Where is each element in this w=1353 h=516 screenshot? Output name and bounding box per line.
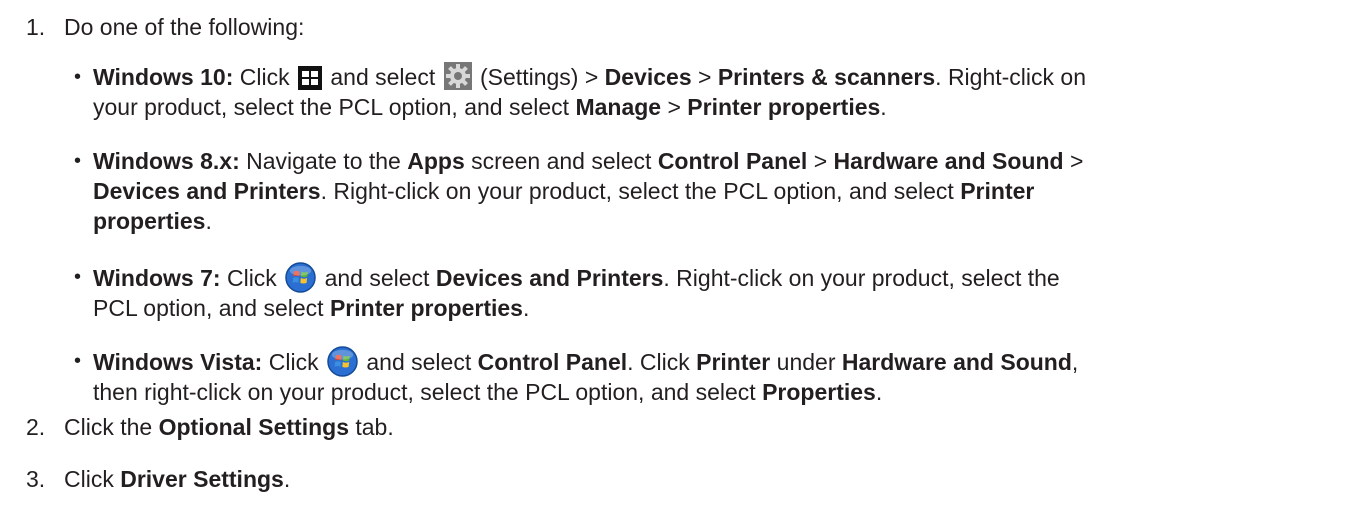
os-label: Windows 10: bbox=[93, 64, 234, 90]
bullet-text: Windows 7: Click and select Devices and … bbox=[93, 262, 1343, 323]
bullet-dot: • bbox=[74, 66, 82, 88]
step-text: Do one of the following: bbox=[64, 14, 305, 40]
windows-orb-icon bbox=[285, 262, 316, 293]
bullet-text: Windows 10: Click and select (Settings) … bbox=[93, 62, 1086, 120]
windows-orb-icon bbox=[327, 346, 358, 377]
step-number: 1. bbox=[26, 14, 46, 40]
bullet-dot: • bbox=[74, 266, 82, 288]
bullet-text: Windows Vista: Click and select Control … bbox=[93, 346, 1343, 407]
os-label: Windows Vista: bbox=[93, 349, 263, 375]
os-label: Windows 8.x: bbox=[93, 148, 240, 174]
bullet-text: Windows 8.x: Navigate to the Apps screen… bbox=[93, 148, 1084, 234]
bullet-dot: • bbox=[74, 350, 82, 372]
bullet-dot: • bbox=[74, 150, 82, 172]
gear-icon bbox=[443, 62, 472, 90]
windows-logo-icon bbox=[297, 66, 322, 90]
step-number: 3. bbox=[26, 466, 46, 492]
step-text: Click the Optional Settings tab. bbox=[64, 414, 394, 440]
step-number: 2. bbox=[26, 414, 46, 440]
os-label: Windows 7: bbox=[93, 265, 221, 291]
step-text: Click Driver Settings. bbox=[64, 466, 291, 492]
